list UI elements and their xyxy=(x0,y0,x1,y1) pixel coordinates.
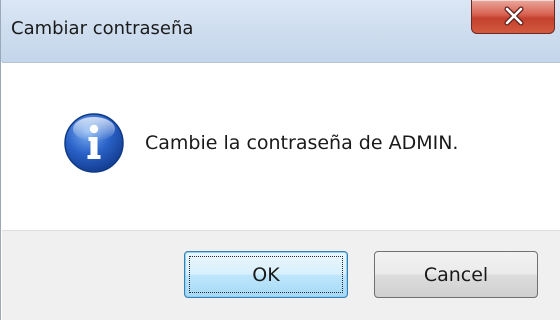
close-button[interactable] xyxy=(471,0,555,34)
button-bar: OK Cancel xyxy=(2,230,560,320)
info-icon xyxy=(64,113,124,173)
cancel-button-label: Cancel xyxy=(423,263,489,286)
dialog-window: Cambiar contraseña Cambie la contraseña … xyxy=(0,0,560,320)
close-icon xyxy=(504,6,524,26)
window-title: Cambiar contraseña xyxy=(11,18,194,39)
dialog-message: Cambie la contraseña de ADMIN. xyxy=(145,132,459,154)
dialog-content: Cambie la contraseña de ADMIN. xyxy=(2,62,560,230)
ok-button[interactable]: OK xyxy=(184,251,348,298)
focus-ring xyxy=(189,256,343,293)
title-bar[interactable]: Cambiar contraseña xyxy=(1,0,560,62)
cancel-button[interactable]: Cancel xyxy=(374,251,538,298)
